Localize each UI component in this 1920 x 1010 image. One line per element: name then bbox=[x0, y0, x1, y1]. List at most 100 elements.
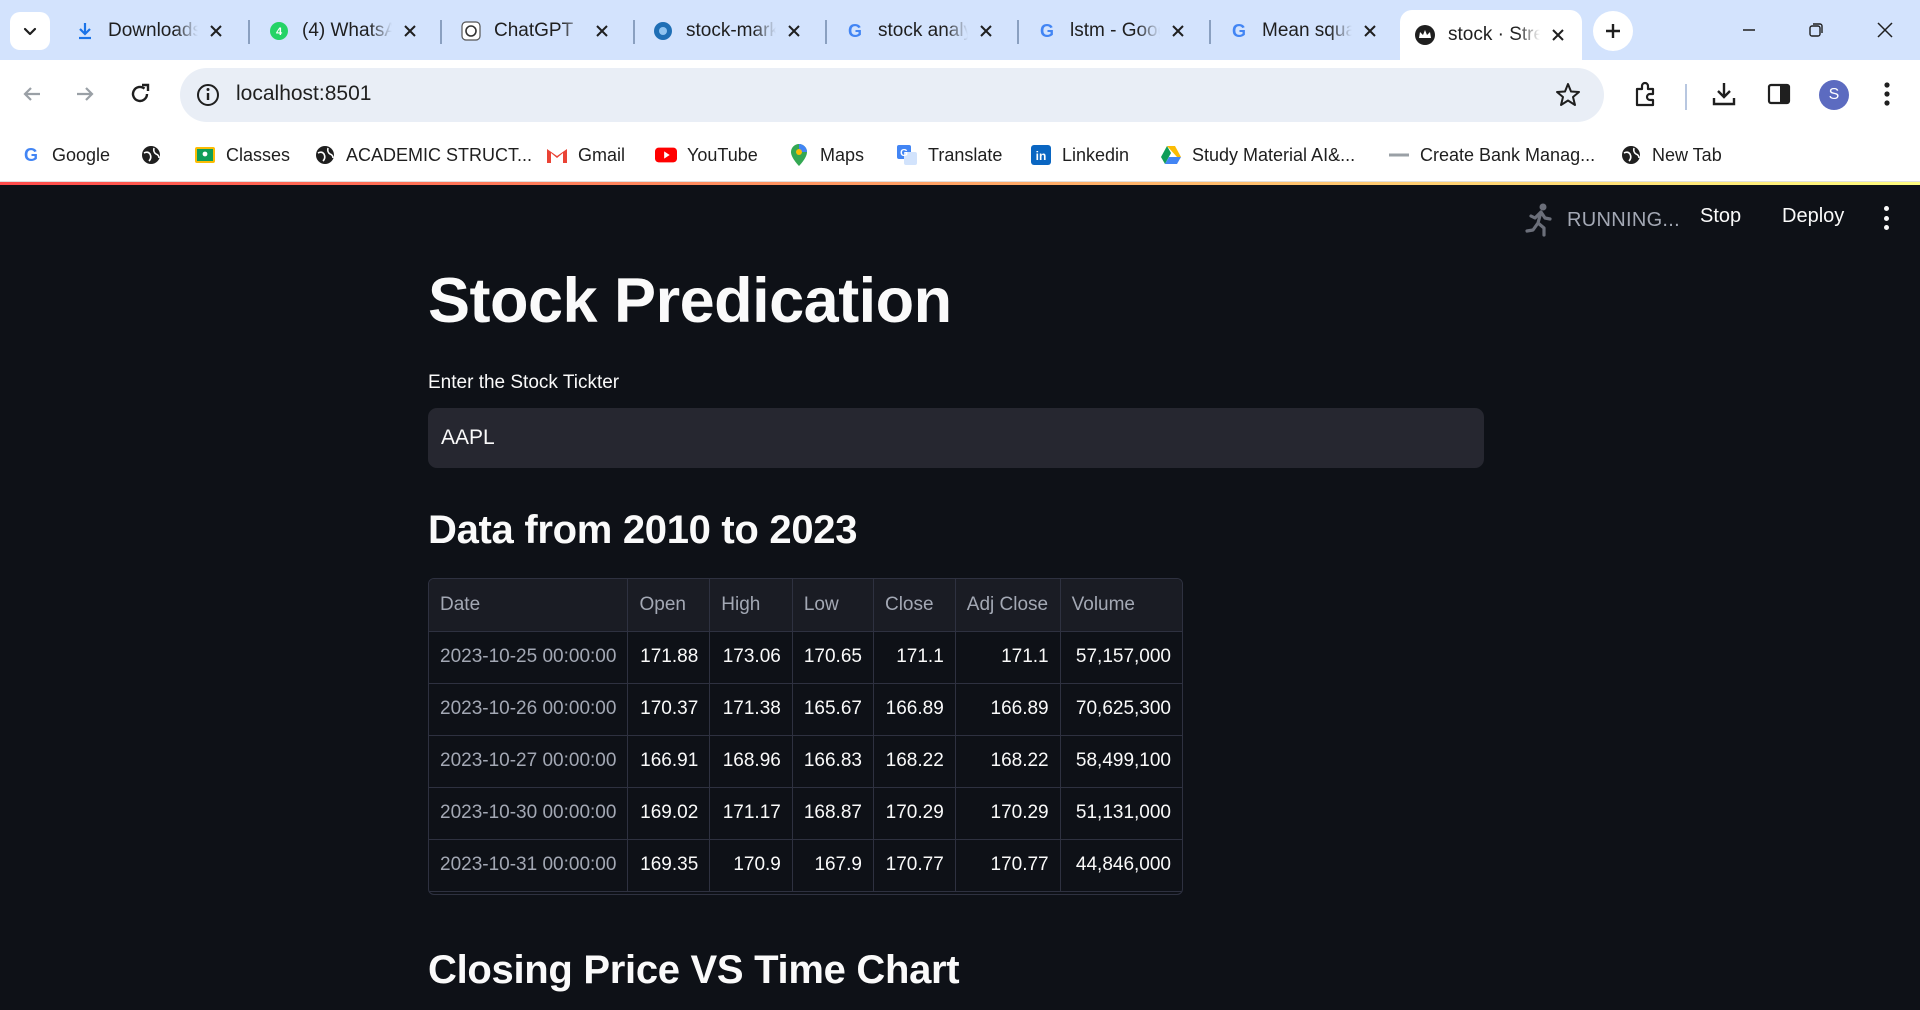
table-cell[interactable]: 170.37 bbox=[627, 683, 711, 736]
tab-stock-market[interactable]: stock-market bbox=[638, 10, 818, 52]
table-cell[interactable]: 166.91 bbox=[627, 735, 711, 788]
url-text[interactable]: localhost:8501 bbox=[236, 82, 371, 106]
tab-search-button[interactable] bbox=[10, 12, 50, 50]
bookmark-youtube[interactable]: YouTube bbox=[655, 142, 758, 168]
table-cell[interactable]: 170.77 bbox=[873, 839, 956, 892]
table-cell[interactable]: 58,499,100 bbox=[1060, 735, 1182, 788]
deploy-button[interactable]: Deploy bbox=[1782, 205, 1844, 228]
table-cell[interactable]: 173.06 bbox=[709, 631, 793, 684]
tab-separator bbox=[248, 20, 250, 44]
close-icon[interactable] bbox=[976, 21, 996, 41]
bookmark-linkedin[interactable]: in Linkedin bbox=[1030, 142, 1129, 168]
table-cell[interactable]: 168.22 bbox=[873, 735, 956, 788]
main-menu-icon[interactable] bbox=[1876, 202, 1896, 234]
bookmark-star-icon[interactable] bbox=[1554, 81, 1582, 109]
close-icon[interactable] bbox=[1548, 25, 1568, 45]
new-tab-button[interactable] bbox=[1593, 11, 1633, 51]
close-icon[interactable] bbox=[592, 21, 612, 41]
bookmark-translate[interactable]: G Translate bbox=[896, 142, 1002, 168]
globe-icon bbox=[1620, 144, 1642, 166]
stop-button[interactable]: Stop bbox=[1700, 205, 1741, 228]
table-cell[interactable]: 171.1 bbox=[873, 631, 956, 684]
bookmark-study-material[interactable]: Study Material AI&... bbox=[1160, 142, 1355, 168]
address-bar[interactable]: localhost:8501 bbox=[180, 68, 1604, 122]
table-cell[interactable]: 169.02 bbox=[627, 787, 711, 840]
table-cell[interactable]: 170.9 bbox=[709, 839, 793, 892]
side-panel-icon[interactable] bbox=[1762, 77, 1796, 111]
bookmark-create-bank[interactable]: Create Bank Manag... bbox=[1388, 142, 1595, 168]
column-header[interactable]: Open bbox=[627, 579, 711, 632]
table-cell[interactable]: 166.83 bbox=[792, 735, 874, 788]
tab-chatgpt[interactable]: ChatGPT bbox=[446, 10, 626, 52]
table-cell-date[interactable]: 2023-10-26 00:00:00 bbox=[429, 683, 629, 736]
tab-streamlit-active[interactable]: stock · Streamlit bbox=[1400, 10, 1582, 60]
table-cell[interactable]: 171.1 bbox=[955, 631, 1061, 684]
close-icon[interactable] bbox=[1360, 21, 1380, 41]
table-cell[interactable]: 70,625,300 bbox=[1060, 683, 1182, 736]
bookmark-academic-structure[interactable]: ACADEMIC STRUCT... bbox=[314, 142, 532, 168]
close-window-button[interactable] bbox=[1860, 10, 1910, 50]
close-icon[interactable] bbox=[1168, 21, 1188, 41]
arrow-right-icon bbox=[77, 87, 94, 101]
table-cell[interactable]: 167.9 bbox=[792, 839, 874, 892]
bookmark-gmail[interactable]: Gmail bbox=[546, 142, 625, 168]
reload-icon bbox=[131, 83, 150, 103]
table-row: 2023-10-30 00:00:00 169.02 171.17 168.87… bbox=[429, 787, 1182, 840]
restore-button[interactable] bbox=[1791, 10, 1841, 50]
browser-menu-icon[interactable] bbox=[1870, 77, 1904, 111]
table-cell[interactable]: 171.17 bbox=[709, 787, 793, 840]
tab-mean-squared-error[interactable]: G Mean squared error bbox=[1214, 10, 1394, 52]
download-icon bbox=[74, 20, 96, 42]
column-header[interactable]: Close bbox=[873, 579, 956, 632]
profile-avatar[interactable]: S bbox=[1819, 80, 1849, 110]
column-header[interactable]: Date bbox=[429, 579, 629, 632]
table-cell[interactable]: 168.22 bbox=[955, 735, 1061, 788]
ticker-input[interactable] bbox=[428, 408, 1484, 468]
site-info-icon[interactable] bbox=[194, 81, 222, 109]
table-cell-date[interactable]: 2023-10-27 00:00:00 bbox=[429, 735, 629, 788]
table-cell[interactable]: 44,846,000 bbox=[1060, 839, 1182, 892]
bookmark-maps[interactable]: Maps bbox=[788, 142, 864, 168]
column-header[interactable]: Volume bbox=[1060, 579, 1182, 632]
bookmark-globe[interactable] bbox=[140, 142, 172, 168]
table-cell[interactable]: 170.29 bbox=[873, 787, 956, 840]
data-table[interactable]: Date Open High Low Close Adj Close Volum… bbox=[428, 578, 1183, 895]
close-icon[interactable] bbox=[400, 21, 420, 41]
minimize-button[interactable] bbox=[1724, 10, 1774, 50]
table-cell[interactable]: 170.29 bbox=[955, 787, 1061, 840]
extensions-icon[interactable] bbox=[1629, 77, 1663, 111]
tab-lstm-search[interactable]: G lstm - Google Search bbox=[1022, 10, 1202, 52]
table-cell[interactable]: 168.87 bbox=[792, 787, 874, 840]
table-cell[interactable]: 166.89 bbox=[955, 683, 1061, 736]
column-header[interactable]: Low bbox=[792, 579, 874, 632]
table-cell[interactable]: 51,131,000 bbox=[1060, 787, 1182, 840]
bookmark-new-tab[interactable]: New Tab bbox=[1620, 142, 1722, 168]
tab-downloads[interactable]: Downloads bbox=[60, 10, 240, 52]
table-cell[interactable]: 171.38 bbox=[709, 683, 793, 736]
table-cell[interactable]: 165.67 bbox=[792, 683, 874, 736]
tab-stock-analysis[interactable]: G stock analysis bbox=[830, 10, 1010, 52]
close-icon[interactable] bbox=[784, 21, 804, 41]
forward-button[interactable] bbox=[65, 74, 105, 114]
bookmark-google[interactable]: G Google bbox=[20, 142, 110, 168]
table-cell[interactable]: 168.96 bbox=[709, 735, 793, 788]
table-cell[interactable]: 170.65 bbox=[792, 631, 874, 684]
table-cell[interactable]: 171.88 bbox=[627, 631, 711, 684]
table-cell[interactable]: 170.77 bbox=[955, 839, 1061, 892]
bookmark-label: Linkedin bbox=[1062, 144, 1130, 165]
table-cell[interactable]: 166.89 bbox=[873, 683, 956, 736]
download-icon[interactable] bbox=[1707, 77, 1741, 111]
column-header[interactable]: Adj Close bbox=[955, 579, 1061, 632]
column-header[interactable]: High bbox=[709, 579, 793, 632]
bookmark-label: New Tab bbox=[1652, 144, 1722, 165]
table-cell-date[interactable]: 2023-10-30 00:00:00 bbox=[429, 787, 629, 840]
bookmark-classes[interactable]: Classes bbox=[194, 142, 290, 168]
reload-button[interactable] bbox=[120, 74, 160, 114]
tab-whatsapp[interactable]: 4 (4) WhatsApp bbox=[254, 10, 434, 52]
back-button[interactable] bbox=[12, 74, 52, 114]
close-icon[interactable] bbox=[206, 21, 226, 41]
table-cell-date[interactable]: 2023-10-25 00:00:00 bbox=[429, 631, 629, 684]
table-cell-date[interactable]: 2023-10-31 00:00:00 bbox=[429, 839, 629, 892]
table-cell[interactable]: 169.35 bbox=[627, 839, 711, 892]
table-cell[interactable]: 57,157,000 bbox=[1060, 631, 1182, 684]
